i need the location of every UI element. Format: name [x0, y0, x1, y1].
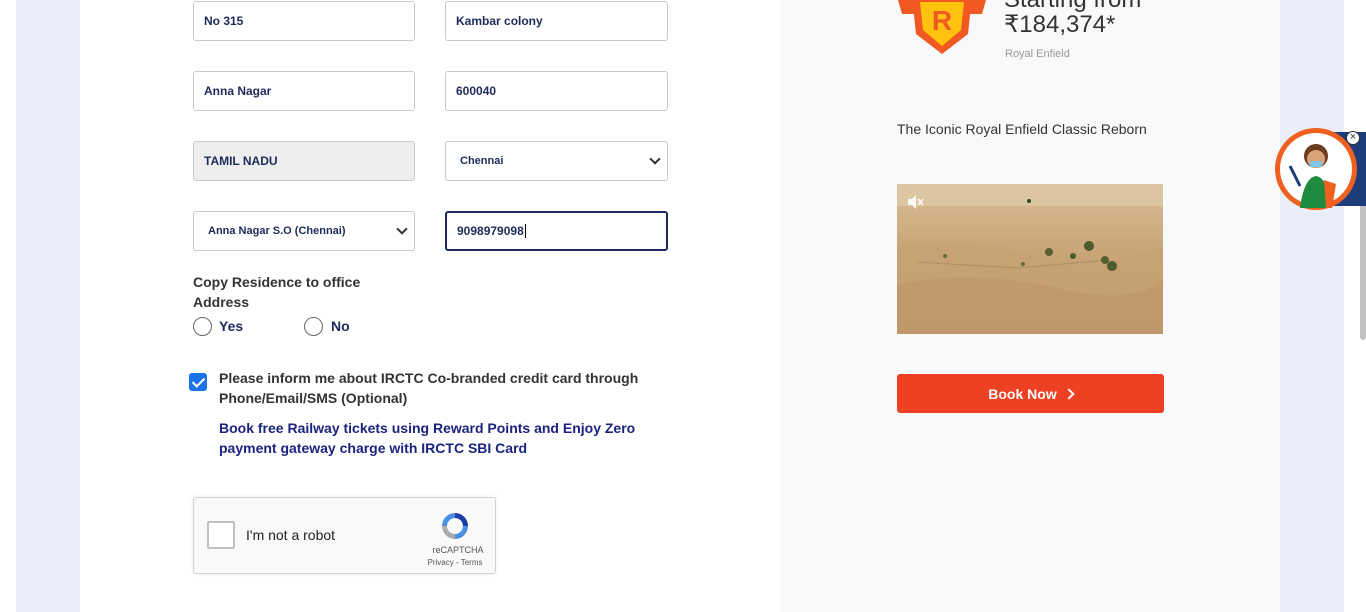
flat-number-input[interactable]: No 315: [193, 1, 415, 41]
chevron-right-icon: [1063, 387, 1075, 400]
recaptcha-privacy-terms-link[interactable]: Privacy - Terms: [420, 558, 490, 567]
pincode-value: 600040: [456, 84, 497, 98]
street-input[interactable]: Kambar colony: [445, 1, 668, 41]
recaptcha-icon: [442, 513, 468, 539]
ad-price: ₹184,374*: [1004, 11, 1116, 38]
street-value: Kambar colony: [456, 14, 543, 28]
mute-icon[interactable]: [906, 194, 924, 210]
phone-value: 9098979098: [457, 224, 524, 238]
book-now-label: Book Now: [988, 385, 1057, 402]
text-cursor: [524, 224, 526, 238]
pincode-input[interactable]: 600040: [445, 71, 668, 111]
book-now-button[interactable]: Book Now: [897, 374, 1164, 413]
state-value: TAMIL NADU: [204, 154, 278, 168]
recaptcha-label: I'm not a robot: [246, 527, 336, 543]
copy-address-yes-label[interactable]: Yes: [219, 318, 243, 334]
flat-number-value: No 315: [204, 14, 244, 28]
area-value: Anna Nagar: [204, 84, 272, 98]
copy-address-yes-radio[interactable]: [193, 317, 212, 336]
promo-text: Book free Railway tickets using Reward P…: [219, 420, 636, 456]
state-input: TAMIL NADU: [193, 141, 415, 181]
city-value: Chennai: [460, 155, 504, 167]
city-select[interactable]: Chennai: [445, 141, 668, 181]
ad-video[interactable]: [897, 184, 1163, 334]
post-office-select[interactable]: Anna Nagar S.O (Chennai): [193, 211, 415, 251]
ad-tagline: The Iconic Royal Enfield Classic Reborn: [897, 121, 1147, 137]
logo-letter: R: [932, 5, 952, 36]
copy-address-label: Copy Residence to office Address: [193, 274, 361, 310]
desert-video-frame: [897, 184, 1163, 334]
copy-address-no-label[interactable]: No: [331, 318, 350, 334]
post-office-value: Anna Nagar S.O (Chennai): [208, 225, 346, 237]
recaptcha-brand: reCAPTCHA: [432, 545, 484, 555]
royal-enfield-logo: R: [898, 0, 986, 54]
recaptcha-widget: I'm not a robot reCAPTCHA Privacy - Term…: [193, 497, 496, 574]
consent-checkbox[interactable]: [189, 373, 207, 391]
chevron-down-icon: [649, 153, 661, 165]
chevron-down-icon: [396, 223, 408, 235]
left-margin: [0, 0, 16, 612]
consent-label: Please inform me about IRCTC Co-branded …: [219, 370, 639, 406]
ad-brand: Royal Enfield: [1005, 48, 1070, 60]
recaptcha-checkbox[interactable]: [207, 521, 235, 549]
close-icon[interactable]: ×: [1346, 131, 1360, 145]
phone-input[interactable]: 9098979098: [445, 211, 668, 251]
area-input[interactable]: Anna Nagar: [193, 71, 415, 111]
copy-address-no-radio[interactable]: [304, 317, 323, 336]
